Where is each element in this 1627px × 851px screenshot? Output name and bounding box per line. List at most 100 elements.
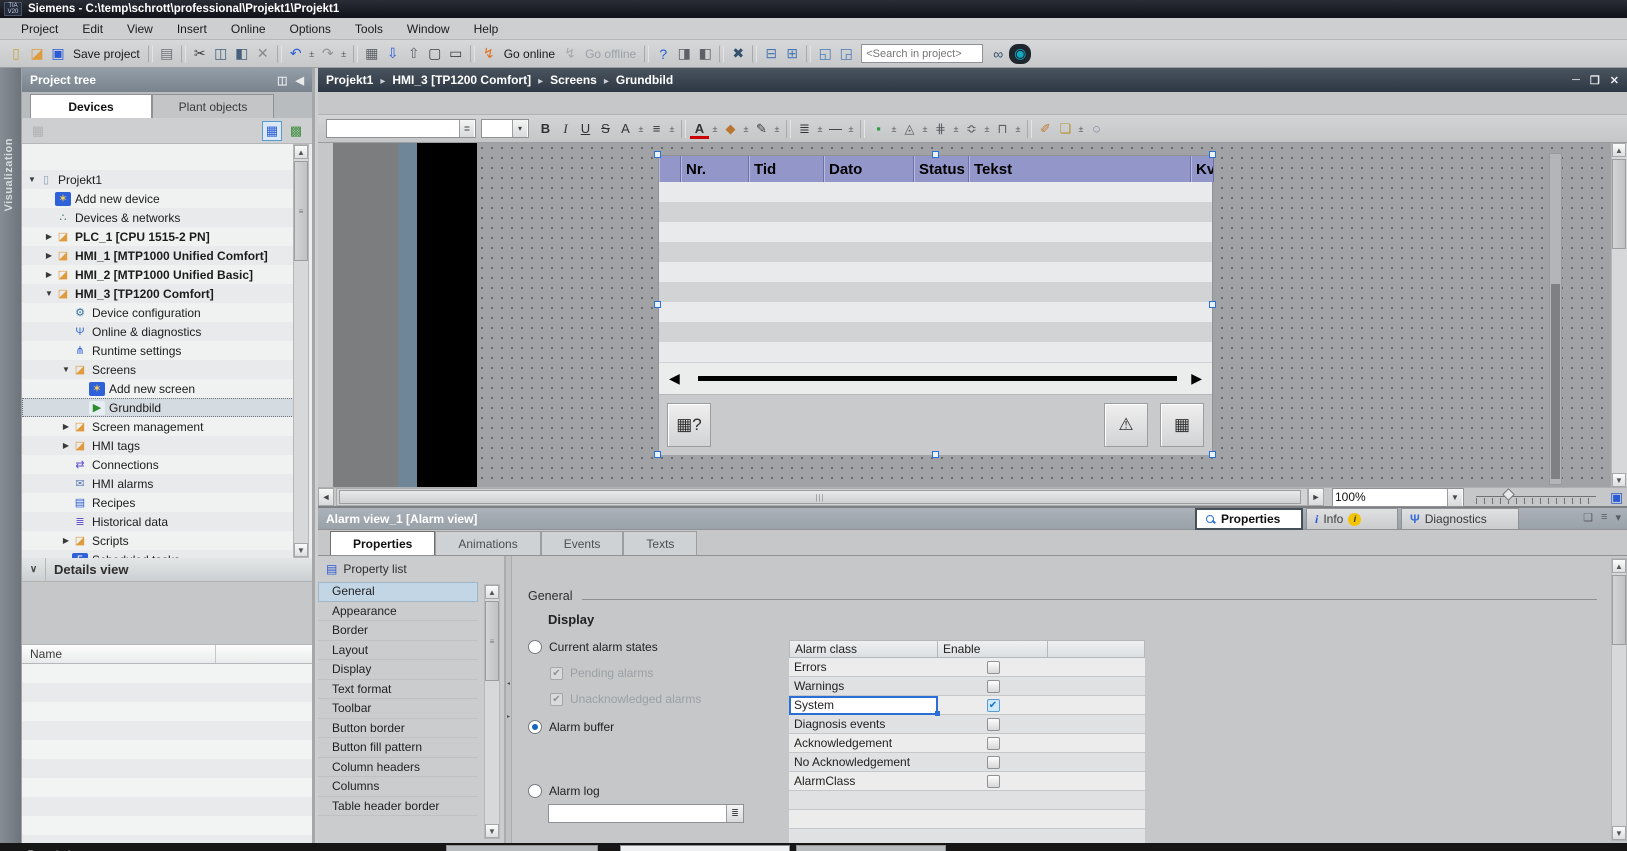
delete-icon[interactable]: ✕ [253,44,273,64]
tree-item[interactable]: Ψ Online & diagnostics [22,322,296,341]
selection-handle[interactable] [932,151,939,158]
tree-item[interactable]: ✶ Add new screen [22,379,296,398]
tree-item[interactable]: ▶ ◪ HMI_1 [MTP1000 Unified Comfort] [22,246,296,265]
tree-item[interactable]: 5 Scheduled tasks [22,550,296,558]
tree-item[interactable]: ▼ ◪ HMI_3 [TP1200 Comfort] [22,284,296,303]
zoom-slider[interactable] [1476,489,1596,505]
scroll-down-icon[interactable]: ▼ [1612,473,1626,487]
tab-animations[interactable]: Animations [435,531,540,555]
property-list-item[interactable]: Border [318,621,478,641]
start-simulation-icon[interactable]: ▢ [425,44,445,64]
alarm-buffer-radio[interactable] [528,720,542,734]
minimize-editor-button[interactable]: ─ [1572,74,1580,87]
alarm-class-row[interactable]: Diagnosis events [789,715,1145,734]
selection-handle[interactable] [654,301,661,308]
data-view-icon[interactable]: ▩ [286,121,306,141]
menu-help[interactable]: Help [463,20,510,38]
alarm-log-radio[interactable] [528,784,542,798]
same-size-dropdown-icon[interactable]: ± [1013,119,1023,139]
split-editor-horizontal-icon[interactable]: ⊟ [761,44,781,64]
cross-references-icon[interactable]: ✖ [728,44,748,64]
fill-color-icon[interactable]: ◆ [721,119,740,139]
line-style-icon[interactable]: ≣ [795,119,814,139]
split-editor-vertical-icon[interactable]: ⊞ [782,44,802,64]
alarm-class-row[interactable] [789,829,1145,843]
alarm-class-row[interactable]: Acknowledgement [789,734,1145,753]
text-align-icon[interactable]: ≡ [647,119,666,139]
font-color-dropdown-icon[interactable]: ± [710,119,720,139]
scroll-down-icon[interactable]: ▼ [485,824,499,838]
menu-online[interactable]: Online [220,20,277,38]
expander-icon[interactable]: ▼ [43,289,55,298]
scroll-thumb[interactable]: ≡ [294,161,308,261]
current-alarm-states-radio[interactable] [528,640,542,654]
scroll-thumb[interactable] [1551,284,1560,479]
canvas-vertical-scrollbar[interactable] [1549,153,1562,485]
tree-item[interactable]: ▶ ◪ PLC_1 [CPU 1515-2 PN] [22,227,296,246]
menu-view[interactable]: View [116,20,164,38]
tree-item[interactable]: ▼ ◪ Screens [22,360,296,379]
selection-handle[interactable] [932,451,939,458]
taskbar-tab-overview[interactable]: ▦ Overview [446,845,598,851]
property-list-item[interactable]: Column headers [318,758,478,778]
alarm-class-row[interactable]: System [789,696,1145,715]
enable-checkbox[interactable] [987,756,1000,769]
go-online-label[interactable]: Go online [500,44,559,64]
enable-checkbox[interactable] [987,680,1000,693]
compile-icon[interactable]: ▦ [362,44,382,64]
brush-icon[interactable]: ✐ [1036,119,1055,139]
tab-events[interactable]: Events [541,531,624,555]
undo-dropdown-icon[interactable]: ± [307,44,317,64]
tree-item[interactable]: ≣ Historical data [22,512,296,531]
zoom-area-icon[interactable]: ◌ [1087,119,1106,139]
scroll-thumb[interactable] [698,376,1177,381]
scroll-down-icon[interactable]: ▼ [294,543,308,557]
alarm-class-row[interactable] [789,810,1145,829]
enable-checkbox[interactable] [987,661,1000,674]
scroll-up-icon[interactable]: ▲ [294,145,308,159]
text-align-dropdown-icon[interactable]: ± [667,119,677,139]
alarm-class-name[interactable]: System [789,696,938,715]
window-layout-save-icon[interactable]: ◱ [815,44,835,64]
property-list-item[interactable]: Table header border [318,797,478,817]
same-size-icon[interactable]: ⊓ [993,119,1012,139]
expander-icon[interactable]: ▶ [60,536,72,545]
collapse-panel-icon[interactable]: ◀ [296,74,304,87]
selection-handle[interactable] [1209,151,1216,158]
tab-diagnostics[interactable]: Ψ Diagnostics [1401,508,1519,530]
acknowledge-alarm-button[interactable]: ⚠ [1104,403,1148,447]
expander-icon[interactable]: ▶ [60,441,72,450]
alarm-class-name[interactable]: Acknowledgement [789,734,938,753]
tab-devices[interactable]: Devices [30,94,152,118]
align-objects-icon[interactable]: ⋕ [931,119,950,139]
enable-checkbox[interactable] [987,699,1000,712]
screen-canvas[interactable]: Nr.TidDatoStatusTekstKvitt ◀ ▶ ▦?⚠▦ [318,143,1627,487]
line-width-dropdown-icon[interactable]: ± [846,119,856,139]
open-project-icon[interactable]: ◪ [27,44,47,64]
breadcrumb-item[interactable]: Grundbild [597,73,673,87]
expander-icon[interactable]: ▶ [60,422,72,431]
canvas-horizontal-scrollbar[interactable]: ||| [336,488,1308,506]
tree-item[interactable]: ▼ ▯ Projekt1 [22,170,296,189]
font-size-icon[interactable]: A [616,119,635,139]
unacknowledged-alarms-checkbox[interactable] [550,693,563,706]
scroll-right-icon[interactable]: ▶ [1191,370,1202,387]
tree-item[interactable]: ⇄ Connections [22,455,296,474]
chevron-down-icon[interactable]: ∨ [22,558,46,582]
alarm-class-row[interactable]: No Acknowledgement [789,753,1145,772]
menu-insert[interactable]: Insert [166,20,218,38]
alarm-log-field[interactable]: ≣ [548,804,744,823]
undo-icon[interactable]: ↶ [286,44,306,64]
breadcrumb-item[interactable]: Projekt1 [326,73,373,87]
property-list-item[interactable]: Button border [318,719,478,739]
scroll-up-icon[interactable]: ▲ [485,585,499,599]
copy-icon[interactable]: ◫ [211,44,231,64]
distribute-objects-icon[interactable]: ≎ [962,119,981,139]
scroll-thumb[interactable] [1612,575,1626,645]
alarm-class-row[interactable]: AlarmClass [789,772,1145,791]
panel-menu-icon[interactable]: ≡ [1601,511,1607,524]
tree-item[interactable]: ▶ Grundbild [22,398,296,417]
go-offline-label[interactable]: Go offline [581,44,640,64]
tab-properties-right[interactable]: Properties [1195,508,1303,530]
close-editor-button[interactable]: ✕ [1610,74,1619,87]
